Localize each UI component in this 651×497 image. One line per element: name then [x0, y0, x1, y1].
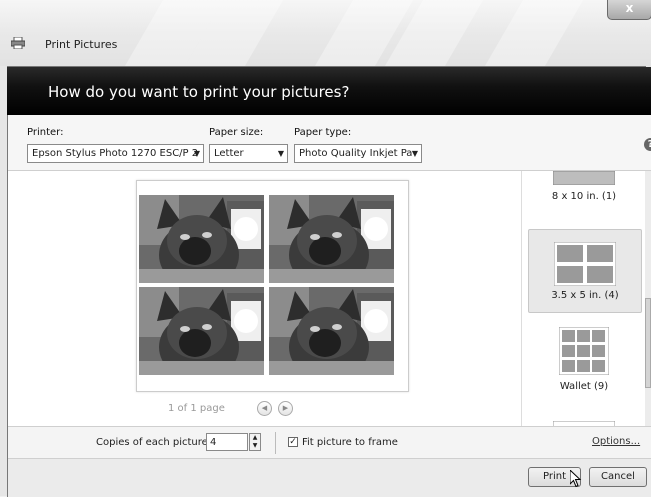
chevron-down-icon: ▼ [193, 149, 200, 158]
close-button[interactable]: x [607, 0, 651, 20]
title-bar: Print Pictures x [0, 0, 651, 66]
help-icon[interactable]: ? [644, 138, 651, 151]
layout-list: 8 x 10 in. (1) 3.5 x 5 in. (4) Wallet (9… [521, 171, 646, 426]
layout-thumbnail [553, 171, 615, 185]
paper-size-value: Letter [214, 148, 244, 159]
glass-streak [465, 0, 595, 66]
cat-photo [269, 195, 394, 283]
close-icon: x [625, 1, 634, 15]
cat-photo [269, 287, 394, 375]
scrollbar-thumb[interactable] [645, 298, 651, 388]
cancel-button[interactable]: Cancel [589, 467, 647, 487]
layout-thumbnail [554, 242, 616, 286]
next-page-button[interactable]: ▶ [278, 401, 293, 416]
fit-to-frame-label[interactable]: Fit picture to frame [302, 437, 398, 448]
prev-page-icon: ◀ [261, 404, 268, 412]
paper-type-select[interactable]: Photo Quality Inkjet Pa ▼ [294, 144, 422, 163]
layout-thumbnail [559, 327, 609, 375]
layout-item-8x10[interactable]: 8 x 10 in. (1) [528, 171, 640, 211]
next-page-icon: ▶ [282, 404, 289, 412]
header-question: How do you want to print your pictures? [48, 83, 350, 101]
paper-type-label: Paper type: [294, 127, 352, 138]
layout-label: 8 x 10 in. (1) [551, 191, 617, 202]
prev-page-button[interactable]: ◀ [257, 401, 272, 416]
stepper-down-icon[interactable]: ▼ [250, 442, 260, 450]
paper-size-select[interactable]: Letter ▼ [209, 144, 288, 163]
photo-thumbnail [269, 287, 394, 375]
cat-photo [139, 287, 264, 375]
page-counter: 1 of 1 page [168, 403, 225, 414]
photo-thumbnail [139, 195, 264, 283]
window-title: Print Pictures [45, 38, 118, 51]
chevron-down-icon: ▼ [411, 149, 418, 158]
layout-label: Wallet (9) [559, 381, 609, 392]
cursor-icon [570, 470, 582, 488]
stepper-up-icon[interactable]: ▲ [250, 434, 260, 442]
options-link[interactable]: Options... [592, 436, 640, 447]
page-preview [136, 180, 409, 392]
copies-stepper[interactable]: ▲ ▼ [249, 433, 261, 451]
layout-item-wallet[interactable]: Wallet (9) [528, 327, 640, 399]
fit-to-frame-checkbox[interactable]: ✓ [288, 437, 298, 447]
paper-size-label: Paper size: [209, 127, 264, 138]
preview-area [8, 171, 521, 426]
copies-input[interactable]: 4 [206, 433, 248, 451]
printer-select[interactable]: Epson Stylus Photo 1270 ESC/P 2 ▼ [27, 144, 204, 163]
dialog-header: How do you want to print your pictures? [7, 67, 651, 115]
printer-icon [11, 37, 25, 49]
cat-photo [139, 195, 264, 283]
printer-value: Epson Stylus Photo 1270 ESC/P 2 [32, 148, 199, 159]
photo-thumbnail [139, 287, 264, 375]
window-border-left [0, 66, 7, 496]
layout-label: 3.5 x 5 in. (4) [551, 290, 619, 301]
paper-type-value: Photo Quality Inkjet Pa [299, 148, 413, 159]
chevron-down-icon: ▼ [277, 149, 284, 158]
checkmark-icon: ✓ [289, 437, 297, 447]
divider [275, 432, 276, 454]
layout-item-3x5[interactable]: 3.5 x 5 in. (4) [528, 229, 642, 313]
printer-label: Printer: [27, 127, 64, 138]
copies-label: Copies of each picture: [96, 437, 212, 448]
photo-thumbnail [269, 195, 394, 283]
